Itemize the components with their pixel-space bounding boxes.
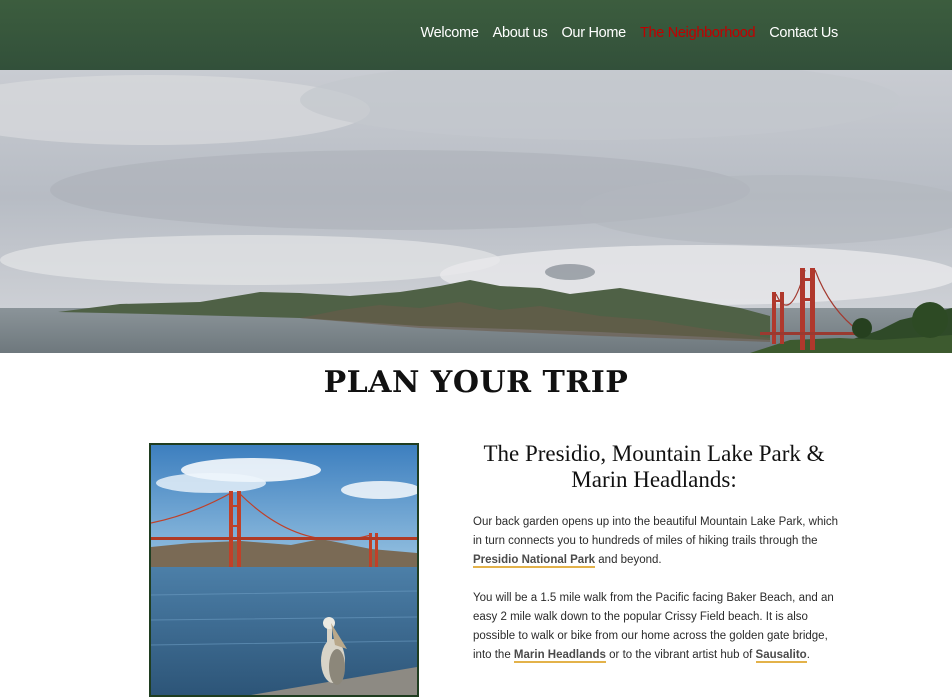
page-title: PLAN YOUR TRIP — [323, 365, 629, 400]
paragraph-text: Our back garden opens up into the beauti… — [473, 516, 839, 547]
paragraph-text: and beyond. — [595, 554, 662, 566]
golden-gate-pelican-photo — [149, 443, 419, 697]
nav-menu: Welcome About us Our Home The Neighborho… — [421, 23, 839, 43]
nav-item-welcome[interactable]: Welcome — [421, 23, 479, 43]
top-navbar: Welcome About us Our Home The Neighborho… — [0, 0, 952, 70]
nav-item-our-home[interactable]: Our Home — [561, 23, 626, 43]
nav-item-about-us[interactable]: About us — [493, 23, 548, 43]
paragraph-walks: You will be a 1.5 mile walk from the Pac… — [473, 589, 843, 665]
link-sausalito[interactable]: Sausalito — [755, 649, 807, 663]
section-title: The Presidio, Mountain Lake Park & Marin… — [483, 441, 825, 492]
hero-panorama-image — [0, 70, 952, 353]
nav-item-contact-us[interactable]: Contact Us — [769, 23, 838, 43]
paragraph-mountain-lake: Our back garden opens up into the beauti… — [473, 513, 843, 570]
hero-banner — [0, 70, 952, 353]
nav-item-the-neighborhood[interactable]: The Neighborhood — [640, 23, 756, 43]
link-presidio-national-park[interactable]: Presidio National Park — [473, 554, 596, 568]
paragraph-text: . — [806, 649, 810, 661]
link-marin-headlands[interactable]: Marin Headlands — [513, 649, 606, 663]
paragraph-text: or to the vibrant artist hub of — [605, 649, 756, 661]
